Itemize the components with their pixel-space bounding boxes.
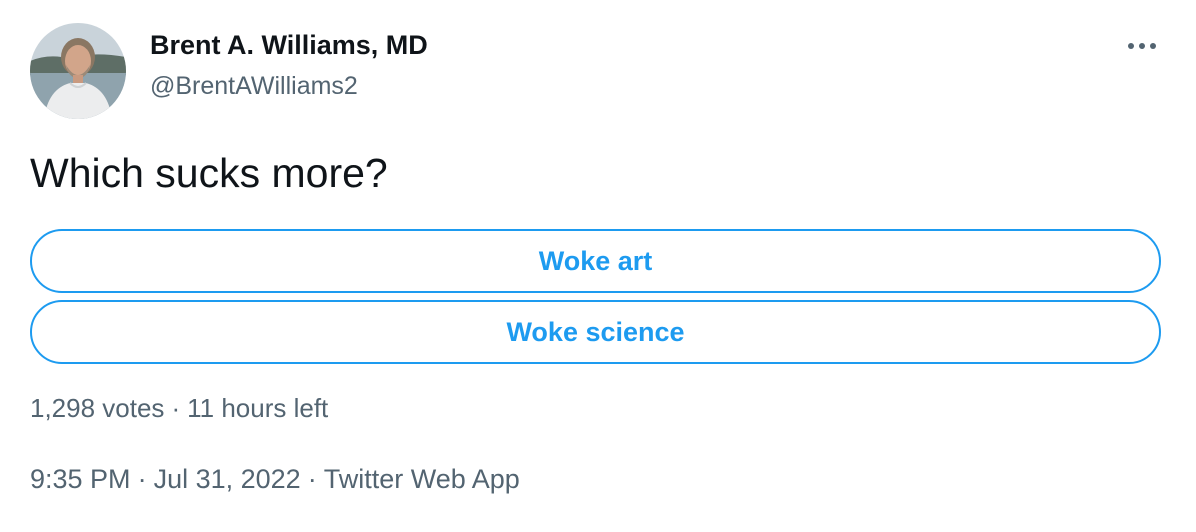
tweet-timestamp-row: 9:35 PM · Jul 31, 2022 · Twitter Web App <box>30 464 520 495</box>
author-name[interactable]: Brent A. Williams, MD <box>150 30 428 61</box>
poll-vote-count: 1,298 votes <box>30 393 165 423</box>
poll-time-left: 11 hours left <box>187 393 329 423</box>
ellipsis-icon <box>1128 43 1156 49</box>
profile-photo-icon <box>30 23 126 119</box>
separator: · <box>307 464 317 494</box>
separator: · <box>137 464 147 494</box>
poll-status: 1,298 votes · 11 hours left <box>30 393 328 424</box>
tweet-source-link[interactable]: Twitter Web App <box>324 464 520 494</box>
poll-option-label: Woke science <box>506 316 685 347</box>
tweet-text: Which sucks more? <box>30 150 388 196</box>
more-options-button[interactable] <box>1118 30 1166 62</box>
tweet-date-link[interactable]: Jul 31, 2022 <box>154 464 301 494</box>
tweet-container: Brent A. Williams, MD @BrentAWilliams2 W… <box>0 0 1196 532</box>
poll-option-label: Woke art <box>538 245 653 276</box>
tweet-time-link[interactable]: 9:35 PM <box>30 464 131 494</box>
separator: · <box>171 393 181 423</box>
author-handle[interactable]: @BrentAWilliams2 <box>150 72 358 101</box>
poll-option-woke-science[interactable]: Woke science <box>30 300 1161 364</box>
avatar[interactable] <box>30 23 126 119</box>
poll-option-woke-art[interactable]: Woke art <box>30 229 1161 293</box>
